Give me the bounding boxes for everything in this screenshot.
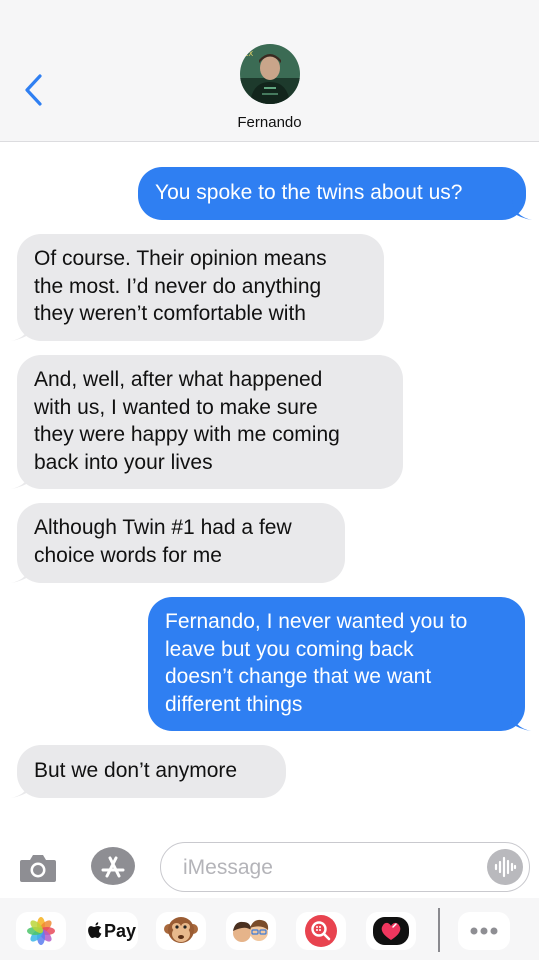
message-line: they weren’t comfortable with [34,302,306,325]
message-line: doesn’t change that we want [165,665,432,688]
message-text: But we don’t anymore [34,759,238,782]
audio-waveform-icon [494,856,517,878]
message-line: they were happy with me coming [34,423,340,446]
message-line: Although Twin #1 had a few [34,516,292,539]
web-image-search-icon [305,915,337,947]
drawer-divider [438,908,440,952]
memoji-app-button[interactable] [226,912,276,950]
animoji-app-button[interactable] [156,912,206,950]
bubble-tail [11,563,31,583]
message-bubble-incoming[interactable]: Although Twin #1 had a few choice words … [11,503,345,583]
message-line: leave but you coming back [165,637,414,661]
message-line: back into your lives [34,450,213,474]
contact-avatar[interactable]: EX [240,44,300,104]
message-line: choice words for me [34,543,222,567]
digital-touch-app-button[interactable] [366,912,416,950]
images-search-app-button[interactable] [296,912,346,950]
apple-pay-label: Pay [103,920,137,941]
conversation-header: EX Fernando [0,0,539,142]
contact-name[interactable]: Fernando [0,114,539,131]
digital-touch-heart-icon [373,917,409,945]
apple-pay-icon [88,922,102,938]
message-line: with us, I wanted to make sure [34,395,318,419]
message-line: Fernando, I never wanted you to [165,610,468,633]
audio-message-button[interactable] [487,849,523,885]
more-apps-icon [470,927,498,935]
app-drawer: Pay [0,898,539,960]
animoji-monkey-icon [164,917,198,943]
message-bubble-incoming[interactable]: But we don’t anymore [11,745,286,798]
message-input-placeholder: iMessage [183,856,273,879]
message-line: different things [165,692,303,716]
bubble-tail [11,778,31,798]
bubble-tail [511,711,531,731]
more-apps-button[interactable] [458,912,510,950]
photos-icon [27,917,55,945]
message-line: And, well, after what happened [34,368,323,391]
bubble-tail [11,321,31,341]
message-bubble-incoming[interactable]: Of course. Their opinion means the most.… [11,234,384,341]
message-bubble-outgoing[interactable]: Fernando, I never wanted you to leave bu… [148,597,531,731]
bubble-tail [512,200,532,220]
message-line: the most. I’d never do anything [34,274,322,298]
message-input[interactable]: iMessage [160,842,530,892]
back-button[interactable] [18,70,48,110]
composer-bar: iMessage [0,836,539,898]
camera-icon [20,855,56,882]
svg-text:EX: EX [244,50,253,58]
memoji-icon [233,919,269,942]
photos-app-button[interactable] [16,912,66,950]
chevron-left-icon [25,74,42,106]
apple-pay-button[interactable]: Pay [86,912,138,950]
message-line: Of course. Their opinion means [34,247,327,270]
app-store-button[interactable] [90,846,136,886]
message-text: You spoke to the twins about us? [155,181,463,204]
bubble-tail [11,469,31,489]
message-bubble-outgoing[interactable]: You spoke to the twins about us? [138,167,532,220]
message-bubble-incoming[interactable]: And, well, after what happened with us, … [11,355,403,489]
camera-button[interactable] [18,850,58,886]
app-store-icon [91,847,135,885]
